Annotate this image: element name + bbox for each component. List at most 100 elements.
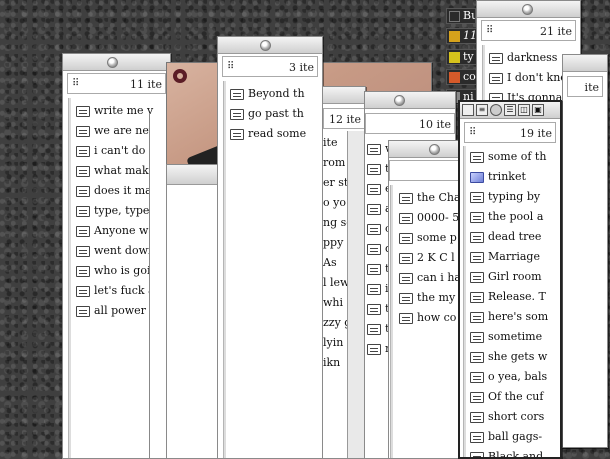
item-label: go past th	[248, 107, 304, 120]
list-item[interactable]: Release. T	[470, 287, 548, 307]
list-item[interactable]: o yea, bals	[470, 367, 548, 387]
list-item[interactable]: Anyone wa	[76, 221, 155, 241]
list-item[interactable]: all power	[76, 301, 155, 321]
folder-window-g[interactable]: ≡ ☰ ◫ ▣ ⠿ 19 ite some of th trinket typin…	[458, 100, 562, 459]
list-item[interactable]: i can't do a	[76, 141, 155, 161]
folder-window-e[interactable]: the Cha 0000- 5 some p 2 K C l can i ha …	[388, 140, 460, 459]
list-item[interactable]: Beyond th	[230, 84, 306, 104]
item-label: 2 K C l	[417, 251, 455, 264]
list-item[interactable]: typing by	[470, 187, 548, 207]
list-item[interactable]: some p	[399, 228, 459, 248]
close-box-icon[interactable]	[462, 104, 474, 116]
item-count: 10 ite	[419, 118, 451, 131]
ring-shape	[173, 69, 187, 83]
item-list: darkness I don't kno It's gonna	[489, 48, 567, 108]
list-item[interactable]: she gets w	[470, 347, 548, 367]
list-item[interactable]: short cors	[470, 407, 548, 427]
split-view-icon[interactable]: ◫	[518, 104, 530, 116]
grip-icon: ⠿	[469, 127, 477, 138]
list-item[interactable]: Marriage	[470, 247, 548, 267]
blank-window[interactable]	[166, 164, 218, 459]
window-header: ⠿ 19 ite	[464, 122, 556, 143]
list-item[interactable]: Girl room	[470, 267, 548, 287]
item-label: she gets w	[488, 350, 548, 363]
item-label: Beyond th	[248, 87, 305, 100]
desktop-item-2[interactable]: 11	[446, 28, 480, 44]
item-label: rom	[323, 156, 346, 169]
note-icon	[367, 343, 381, 355]
list-item[interactable]: dead tree	[470, 227, 548, 247]
list-item[interactable]: does it ma	[76, 181, 155, 201]
list-item[interactable]: some of th	[470, 147, 548, 167]
window-header: ⠿ 3 ite	[222, 56, 318, 77]
folder-icon	[449, 52, 460, 63]
note-icon	[367, 323, 381, 335]
note-icon	[76, 145, 90, 157]
item-label: we are nev	[94, 124, 156, 137]
note-icon	[489, 52, 503, 64]
list-item[interactable]: who is goi	[76, 261, 155, 281]
desktop-item-4[interactable]: co	[446, 69, 480, 85]
list-item[interactable]: write me v	[76, 101, 155, 121]
note-icon	[367, 143, 381, 155]
list-item[interactable]: trinket	[470, 167, 548, 187]
folder-window-h[interactable]: ite	[562, 54, 608, 448]
list-item[interactable]: type, type	[76, 201, 155, 221]
note-icon	[399, 192, 413, 204]
title-bar[interactable]	[218, 37, 322, 54]
title-bar[interactable]	[389, 141, 459, 158]
folder-window-a[interactable]: ⠿ 11 ite write me v we are nev i can't do…	[62, 53, 171, 459]
list-gutter	[68, 98, 71, 458]
item-count: 3 ite	[289, 61, 314, 74]
zoom-box-icon[interactable]: ▣	[532, 104, 544, 116]
desktop-item-3[interactable]: ty	[446, 49, 480, 65]
list-item[interactable]: 2 K C l	[399, 248, 459, 268]
desktop-item-1[interactable]: Bu	[446, 8, 476, 24]
list-item[interactable]: can i ha	[399, 268, 459, 288]
list-item[interactable]: we are nev	[76, 121, 155, 141]
round-icon[interactable]	[490, 104, 502, 116]
window-header: ⠿ 11 ite	[67, 73, 166, 94]
list-gutter	[390, 185, 393, 458]
list-item[interactable]: went dowr	[76, 241, 155, 261]
list-item[interactable]: 0000- 5	[399, 208, 459, 228]
note-icon	[76, 245, 90, 257]
note-icon	[76, 125, 90, 137]
detail-view-icon[interactable]: ☰	[504, 104, 516, 116]
folder-window-b[interactable]: ⠿ 3 ite Beyond th go past th read some	[217, 36, 323, 459]
title-bar[interactable]: ≡ ☰ ◫ ▣	[460, 102, 560, 119]
list-item[interactable]: what mak	[76, 161, 155, 181]
list-item[interactable]: I don't kno	[489, 68, 567, 88]
item-label: does it ma	[94, 184, 152, 197]
list-item[interactable]: here's som	[470, 307, 548, 327]
title-bar[interactable]	[63, 54, 170, 71]
list-item[interactable]: sometime	[470, 327, 548, 347]
list-item[interactable]: go past th	[230, 104, 306, 124]
window-toolbar: ≡ ☰ ◫ ▣	[462, 104, 544, 116]
window-icon	[394, 95, 405, 106]
title-bar[interactable]	[563, 55, 607, 72]
note-icon	[470, 411, 484, 423]
list-view-icon[interactable]: ≡	[476, 104, 488, 116]
list-item[interactable]: Of the cuf	[470, 387, 548, 407]
list-item[interactable]: the Cha	[399, 188, 459, 208]
note-icon	[76, 285, 90, 297]
list-item[interactable]: darkness	[489, 48, 567, 68]
scrollbar[interactable]	[347, 131, 365, 458]
folder-window-c[interactable]: 12 ite ite rom er st o yo ng se ppy As l…	[322, 86, 366, 459]
title-bar[interactable]	[477, 1, 580, 18]
list-item[interactable]: the pool a	[470, 207, 548, 227]
title-bar[interactable]	[167, 165, 217, 185]
list-item[interactable]: let's fuck a	[76, 281, 155, 301]
title-bar[interactable]	[323, 87, 365, 104]
list-item[interactable]: read some	[230, 124, 306, 144]
list-item[interactable]: how co	[399, 308, 459, 328]
image-icon	[449, 72, 460, 83]
grip-icon: ⠿	[227, 61, 235, 72]
list-item[interactable]: the my	[399, 288, 459, 308]
title-bar[interactable]	[365, 92, 455, 109]
note-icon	[399, 232, 413, 244]
list-item[interactable]: Black and	[470, 447, 548, 457]
list-item[interactable]: ball gags-	[470, 427, 548, 447]
item-label: dead tree	[488, 230, 542, 243]
